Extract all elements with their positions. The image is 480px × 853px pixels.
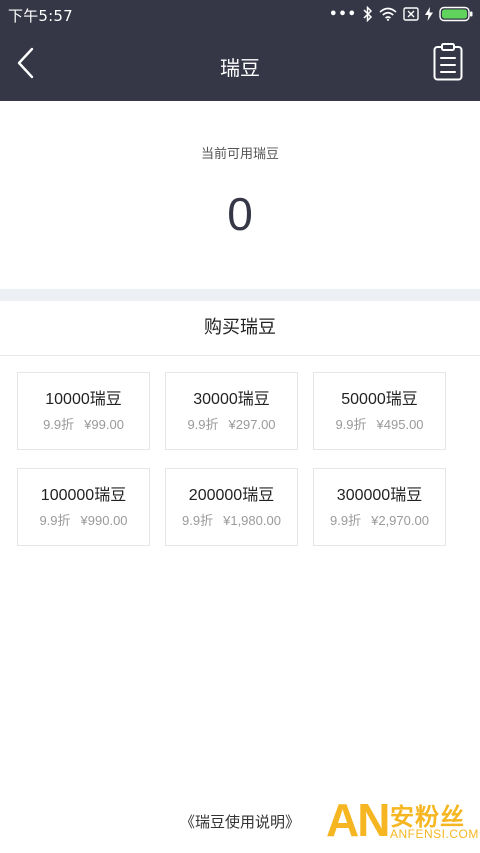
package-card[interactable]: 300000瑞豆 9.9折 ¥2,970.00 — [313, 468, 446, 546]
package-price: ¥297.00 — [228, 417, 276, 432]
package-discount: 9.9折 — [187, 417, 219, 432]
watermark-logo-mark: AN — [326, 794, 390, 846]
balance-label: 当前可用瑞豆 — [200, 147, 279, 162]
package-price-line: 9.9折 ¥2,970.00 — [314, 510, 445, 529]
watermark-logo: AN 安粉丝 ANFENSI.COM — [326, 794, 478, 849]
package-price: ¥99.00 — [84, 417, 124, 432]
purchase-section-title: 购买瑞豆 — [204, 317, 276, 338]
package-price-line: 9.9折 ¥990.00 — [18, 510, 149, 529]
package-discount: 9.9折 — [330, 513, 362, 528]
navigation-bar: 瑞豆 — [0, 28, 480, 101]
package-card[interactable]: 100000瑞豆 9.9折 ¥990.00 — [17, 468, 150, 546]
package-card[interactable]: 30000瑞豆 9.9折 ¥297.00 — [165, 372, 298, 450]
status-time: 下午5:57 — [8, 7, 73, 25]
chevron-left-icon — [16, 47, 34, 83]
wifi-icon — [379, 7, 397, 21]
package-name: 50000瑞豆 — [341, 391, 418, 408]
more-dots-icon: ••• — [329, 6, 357, 22]
package-price-line: 9.9折 ¥495.00 — [314, 414, 445, 433]
charging-icon — [425, 7, 433, 21]
balance-value: 0 — [227, 188, 253, 240]
package-name: 300000瑞豆 — [336, 487, 423, 504]
package-discount: 9.9折 — [39, 513, 71, 528]
back-button[interactable] — [10, 46, 40, 84]
package-price: ¥495.00 — [376, 417, 424, 432]
battery-icon — [439, 6, 473, 22]
clipboard-list-icon — [433, 43, 463, 85]
package-name: 200000瑞豆 — [188, 487, 275, 504]
section-divider — [0, 289, 480, 301]
package-price-line: 9.9折 ¥99.00 — [18, 414, 149, 433]
package-price-line: 9.9折 ¥1,980.00 — [166, 510, 297, 529]
package-price-line: 9.9折 ¥297.00 — [166, 414, 297, 433]
package-discount: 9.9折 — [335, 417, 367, 432]
package-name: 100000瑞豆 — [40, 487, 127, 504]
package-name: 10000瑞豆 — [45, 391, 122, 408]
package-discount: 9.9折 — [182, 513, 214, 528]
balance-panel: 当前可用瑞豆 0 — [0, 101, 480, 289]
package-price: ¥990.00 — [80, 513, 128, 528]
watermark-name-en: ANFENSI.COM — [390, 827, 479, 841]
package-card[interactable]: 10000瑞豆 9.9折 ¥99.00 — [17, 372, 150, 450]
package-price: ¥2,970.00 — [371, 513, 429, 528]
package-price: ¥1,980.00 — [223, 513, 281, 528]
status-bar: 下午5:57 ••• — [0, 0, 480, 28]
package-name: 30000瑞豆 — [193, 391, 270, 408]
divider — [0, 355, 480, 356]
bluetooth-icon — [363, 6, 373, 22]
sim-disabled-icon — [403, 7, 419, 21]
record-button[interactable] — [432, 43, 464, 85]
package-discount: 9.9折 — [43, 417, 75, 432]
package-card[interactable]: 200000瑞豆 9.9折 ¥1,980.00 — [165, 468, 298, 546]
package-card[interactable]: 50000瑞豆 9.9折 ¥495.00 — [313, 372, 446, 450]
app-header: 下午5:57 ••• 瑞豆 — [0, 0, 480, 101]
page-title: 瑞豆 — [220, 56, 260, 80]
status-icons: ••• — [323, 4, 473, 24]
